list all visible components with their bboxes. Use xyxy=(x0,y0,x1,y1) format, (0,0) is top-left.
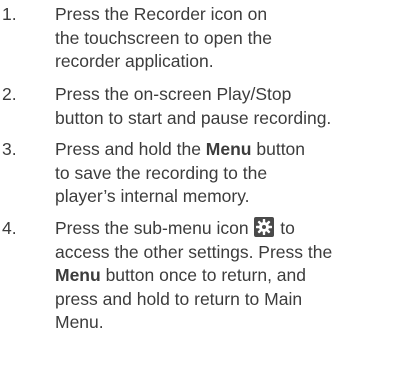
step-text-line: Press the sub-menu icon to xyxy=(55,217,390,241)
step-text-line: access the other settings. Press the xyxy=(55,241,333,262)
step-text-line: the touchscreen to open the xyxy=(55,27,272,48)
step-text-line: press and hold to return to Main xyxy=(55,288,303,309)
step-text: Press the Recorder icon on the touchscre… xyxy=(55,3,390,74)
text-run: button xyxy=(251,139,306,159)
step-number: 4. xyxy=(2,218,17,238)
step-text-line: Menu. xyxy=(55,312,104,332)
step-text-line: recorder application. xyxy=(55,51,214,71)
step-text-line: button to start and pause recording. xyxy=(55,107,332,128)
step-text: Press the sub-menu icon to access the ot… xyxy=(55,217,390,335)
gear-icon xyxy=(254,217,275,237)
text-run: button once to return, and xyxy=(100,265,306,285)
step-number: 2. xyxy=(2,84,17,104)
step-text: Press the on-screen Play/Stop button to … xyxy=(55,83,390,130)
text-run: to xyxy=(275,218,295,238)
step-text-line: Menu button once to return, and xyxy=(55,264,390,288)
menu-button-name: Menu xyxy=(205,139,252,159)
step-text-line: Press and hold the Menu button xyxy=(55,138,390,162)
text-run: Press and hold the xyxy=(55,139,206,159)
step-text-line: player’s internal memory. xyxy=(55,186,250,206)
text-run: Press the sub-menu icon xyxy=(55,218,254,238)
step-text-line: Press the on-screen Play/Stop xyxy=(55,84,292,104)
step-text-line: to save the recording to the xyxy=(55,162,268,183)
step-number: 1. xyxy=(2,4,17,24)
step-text: Press and hold the Menu button to save t… xyxy=(55,138,390,209)
step-text-line: Press the Recorder icon on xyxy=(55,4,268,24)
step-number: 3. xyxy=(2,139,17,159)
menu-button-name: Menu xyxy=(55,265,101,285)
